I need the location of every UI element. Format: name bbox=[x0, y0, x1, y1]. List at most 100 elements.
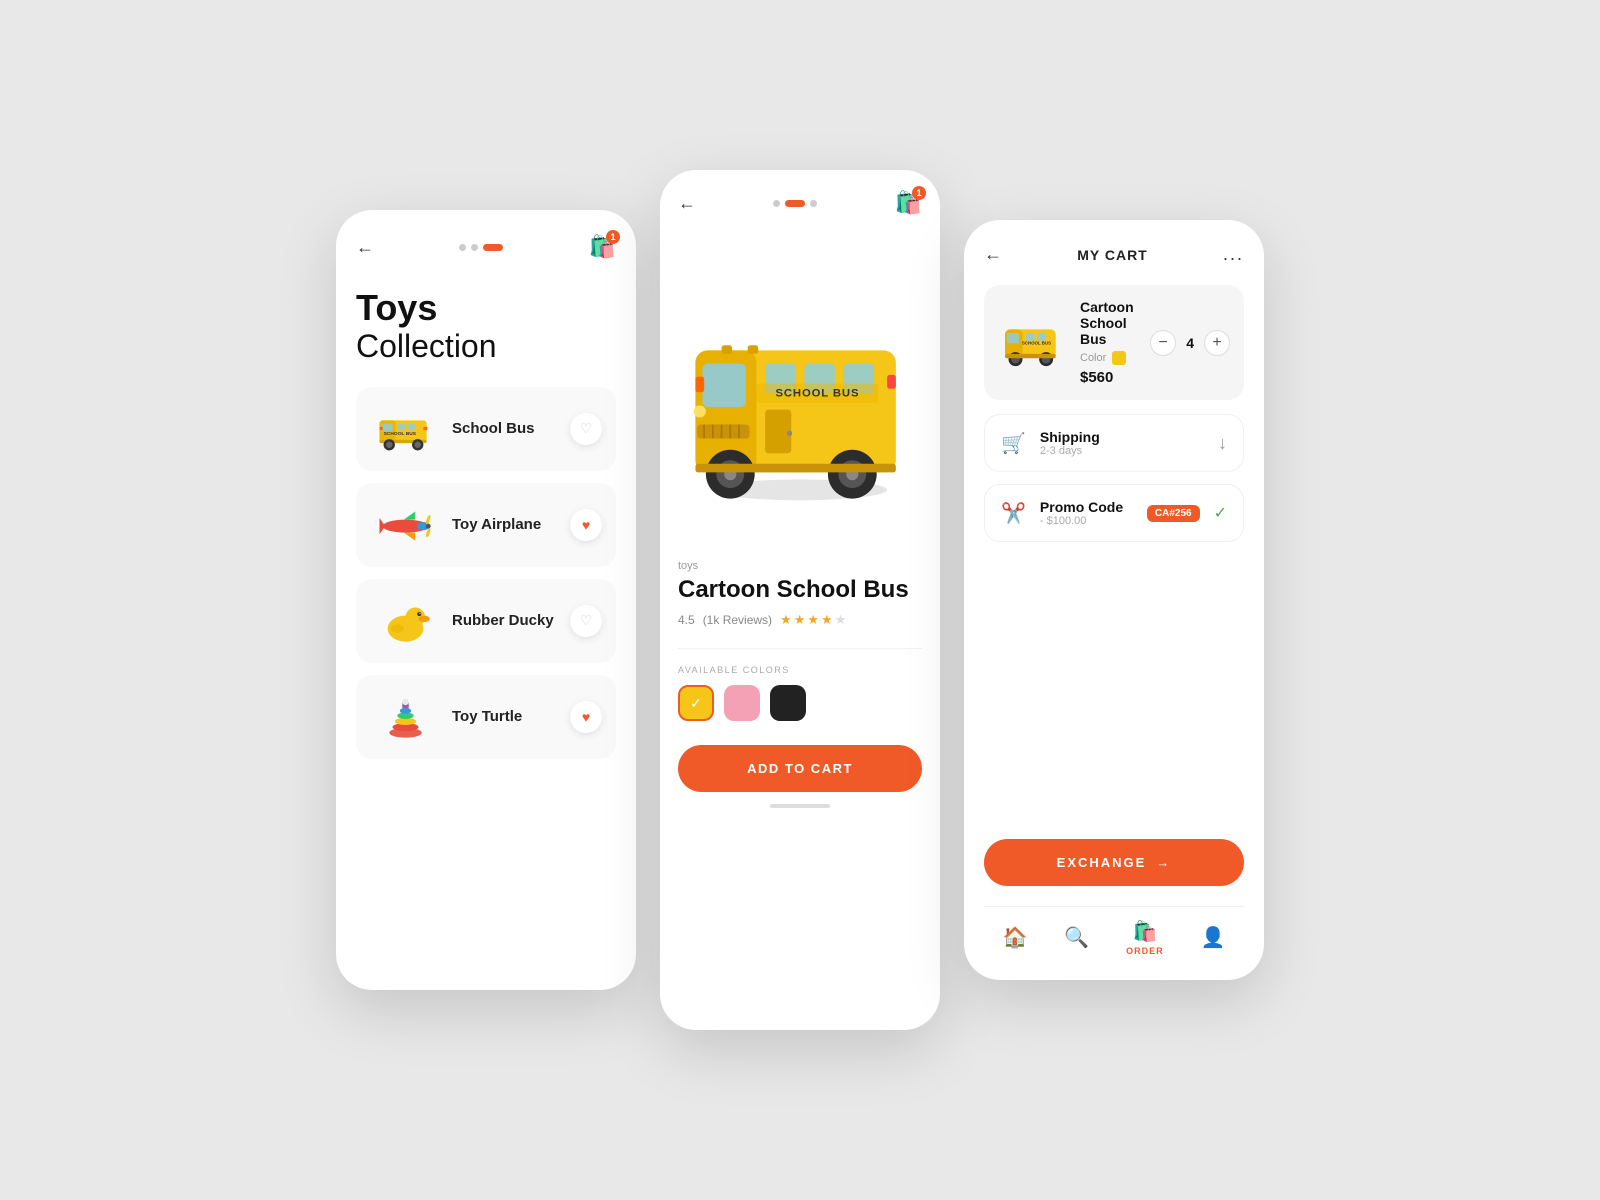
cart-item-details: Cartoon School Bus Color $560 bbox=[1080, 299, 1138, 386]
phone-middle: ← 🛍️ 1 bbox=[660, 170, 940, 1030]
product-name-toy-airplane: Toy Airplane bbox=[452, 516, 558, 533]
nav-profile[interactable]: 👤 bbox=[1201, 925, 1226, 950]
color-label: Color bbox=[1080, 352, 1106, 364]
scroll-indicator bbox=[678, 804, 922, 808]
cart-item-image: SCHOOL BUS bbox=[998, 313, 1068, 373]
nav-home[interactable]: 🏠 bbox=[1002, 925, 1027, 950]
product-item-toy-turtle[interactable]: Toy Turtle ♥ bbox=[356, 675, 616, 759]
product-category: Toys bbox=[678, 560, 922, 572]
color-yellow[interactable]: ✓ bbox=[678, 685, 714, 721]
product-hero: SCHOOL BUS bbox=[678, 244, 922, 544]
top-bar-middle: ← 🛍️ 1 bbox=[678, 190, 922, 216]
promo-card: ✂️ Promo Code - $100.00 CA#256 ✓ bbox=[984, 484, 1244, 542]
nav-order-label: ORDER bbox=[1126, 946, 1164, 956]
cart-item-name: Cartoon School Bus bbox=[1080, 299, 1138, 347]
colors-label: AVAILABLE COLORS bbox=[678, 665, 922, 675]
more-options-button[interactable]: ... bbox=[1223, 244, 1244, 265]
svg-text:SCHOOL BUS: SCHOOL BUS bbox=[775, 388, 859, 400]
shipping-action[interactable]: ↓ bbox=[1218, 433, 1227, 454]
cart-title: MY CART bbox=[1077, 247, 1148, 263]
dot-3 bbox=[483, 244, 503, 251]
promo-label: Promo Code bbox=[1040, 499, 1133, 515]
product-thumb-rubber-ducky bbox=[370, 591, 440, 651]
search-icon: 🔍 bbox=[1064, 925, 1089, 950]
product-list: SCHOOL BUS School Bus ♡ bbox=[356, 387, 616, 759]
star-4: ★ bbox=[821, 612, 833, 628]
stars: ★ ★ ★ ★ ★ bbox=[780, 612, 846, 628]
promo-discount: - $100.00 bbox=[1040, 515, 1133, 527]
product-title-large: Cartoon School Bus bbox=[678, 576, 922, 604]
promo-check-icon: ✓ bbox=[1214, 503, 1227, 523]
star-5: ★ bbox=[835, 612, 847, 628]
star-3: ★ bbox=[807, 612, 819, 628]
product-item-school-bus[interactable]: SCHOOL BUS School Bus ♡ bbox=[356, 387, 616, 471]
cart-button-middle[interactable]: 🛍️ 1 bbox=[895, 190, 922, 216]
add-to-cart-button[interactable]: ADD TO CART bbox=[678, 745, 922, 792]
qty-value: 4 bbox=[1186, 335, 1194, 351]
page-title-bold: Toys bbox=[356, 288, 616, 328]
exchange-label: EXCHANGE bbox=[1057, 855, 1147, 870]
divider-1 bbox=[678, 648, 922, 649]
hero-bus-svg: SCHOOL BUS bbox=[678, 274, 922, 514]
phone-right: ← MY CART ... SCHOOL BUS bbox=[964, 220, 1264, 980]
svg-text:SCHOOL BUS: SCHOOL BUS bbox=[383, 431, 416, 437]
cart-badge-left: 1 bbox=[606, 230, 620, 244]
order-icon: 🛍️ bbox=[1132, 919, 1157, 944]
cart-badge-middle: 1 bbox=[912, 186, 926, 200]
nav-search[interactable]: 🔍 bbox=[1064, 925, 1089, 950]
promo-text: Promo Code - $100.00 bbox=[1040, 499, 1133, 527]
phone-left: ← 🛍️ 1 Toys Collection bbox=[336, 210, 636, 990]
color-black[interactable] bbox=[770, 685, 806, 721]
color-pink[interactable] bbox=[724, 685, 760, 721]
page-title-light: Collection bbox=[356, 328, 616, 365]
dot-m1 bbox=[773, 200, 780, 207]
product-name-toy-turtle: Toy Turtle bbox=[452, 708, 558, 725]
exchange-arrow-icon: → bbox=[1156, 855, 1171, 870]
svg-text:SCHOOL BUS: SCHOOL BUS bbox=[1022, 340, 1051, 345]
color-dot bbox=[1112, 351, 1126, 365]
heart-btn-rubber-ducky[interactable]: ♡ bbox=[570, 605, 602, 637]
heart-btn-school-bus[interactable]: ♡ bbox=[570, 413, 602, 445]
cart-item-color: Color bbox=[1080, 351, 1138, 365]
shipping-card: 🛒 Shipping 2-3 days ↓ bbox=[984, 414, 1244, 472]
dots-middle bbox=[773, 200, 817, 207]
bottom-nav: 🏠 🔍 🛍️ ORDER 👤 bbox=[984, 906, 1244, 956]
star-1: ★ bbox=[780, 612, 792, 628]
color-options: ✓ bbox=[678, 685, 922, 721]
product-thumb-toy-turtle bbox=[370, 687, 440, 747]
shipping-label: Shipping bbox=[1040, 429, 1204, 445]
cart-button-left[interactable]: 🛍️ 1 bbox=[589, 234, 616, 260]
back-button-middle[interactable]: ← bbox=[678, 193, 696, 214]
promo-badge[interactable]: CA#256 bbox=[1147, 505, 1200, 522]
shipping-icon: 🛒 bbox=[1001, 431, 1026, 456]
qty-decrease-button[interactable]: − bbox=[1150, 330, 1176, 356]
product-thumb-school-bus: SCHOOL BUS bbox=[370, 399, 440, 459]
dots-left bbox=[459, 244, 503, 251]
product-item-toy-airplane[interactable]: Toy Airplane ♥ bbox=[356, 483, 616, 567]
screens-container: ← 🛍️ 1 Toys Collection bbox=[336, 170, 1264, 1030]
home-icon: 🏠 bbox=[1002, 925, 1027, 950]
exchange-button[interactable]: EXCHANGE → bbox=[984, 839, 1244, 886]
shipping-sub: 2-3 days bbox=[1040, 445, 1204, 457]
rating-reviews: (1k Reviews) bbox=[703, 613, 772, 627]
shipping-text: Shipping 2-3 days bbox=[1040, 429, 1204, 457]
product-name-school-bus: School Bus bbox=[452, 420, 558, 437]
nav-order[interactable]: 🛍️ ORDER bbox=[1126, 919, 1164, 956]
back-button-left[interactable]: ← bbox=[356, 237, 374, 258]
cart-item-card: SCHOOL BUS Cartoon School Bus Color $560… bbox=[984, 285, 1244, 400]
heart-btn-toy-airplane[interactable]: ♥ bbox=[570, 509, 602, 541]
dot-2 bbox=[471, 244, 478, 251]
profile-icon: 👤 bbox=[1201, 925, 1226, 950]
product-item-rubber-ducky[interactable]: Rubber Ducky ♡ bbox=[356, 579, 616, 663]
scroll-bar bbox=[770, 804, 830, 808]
cart-header: ← MY CART ... bbox=[984, 244, 1244, 265]
cart-item-price: $560 bbox=[1080, 369, 1138, 386]
qty-increase-button[interactable]: + bbox=[1204, 330, 1230, 356]
rating-value: 4.5 bbox=[678, 613, 695, 627]
product-name-rubber-ducky: Rubber Ducky bbox=[452, 612, 558, 629]
heart-btn-toy-turtle[interactable]: ♥ bbox=[570, 701, 602, 733]
rating-row: 4.5 (1k Reviews) ★ ★ ★ ★ ★ bbox=[678, 612, 922, 628]
back-button-right[interactable]: ← bbox=[984, 244, 1002, 265]
dot-m2 bbox=[785, 200, 805, 207]
product-thumb-toy-airplane bbox=[370, 495, 440, 555]
